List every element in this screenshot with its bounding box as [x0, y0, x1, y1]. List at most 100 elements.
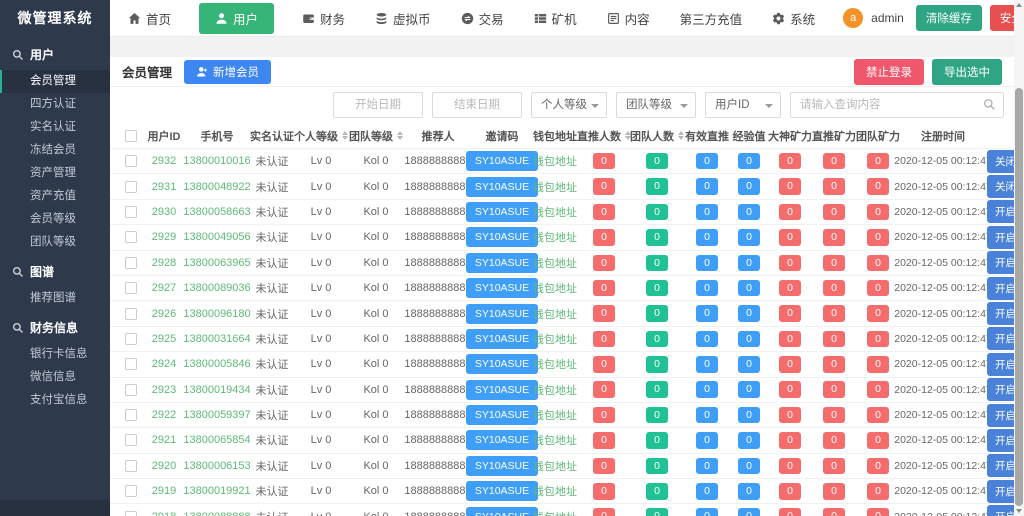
- phone-link[interactable]: 13800059397: [183, 409, 250, 421]
- wallet-link[interactable]: 钱包地址: [533, 153, 577, 169]
- scroll-down-arrow-icon[interactable]: [1014, 506, 1024, 516]
- realname-toggle-button[interactable]: 开启实名: [987, 251, 1014, 274]
- invite-code-button[interactable]: SY10ASUE: [466, 278, 538, 298]
- wallet-link[interactable]: 钱包地址: [533, 356, 577, 372]
- phone-link[interactable]: 13800049056: [183, 231, 250, 243]
- column-header[interactable]: 邀请码: [472, 128, 532, 144]
- column-header[interactable]: 注册时间: [900, 128, 986, 144]
- column-header[interactable]: 经验值: [730, 128, 768, 144]
- nav-tab[interactable]: 财务: [300, 3, 347, 34]
- nav-tab[interactable]: 矿机: [532, 3, 579, 34]
- nav-tab[interactable]: 交易: [459, 3, 506, 34]
- wallet-link[interactable]: 钱包地址: [533, 255, 577, 271]
- ban-login-button[interactable]: 禁止登录: [854, 59, 924, 85]
- sidebar-item[interactable]: 会员等级: [0, 208, 110, 231]
- user-id-link[interactable]: 2925: [152, 333, 176, 345]
- wallet-link[interactable]: 钱包地址: [533, 483, 577, 499]
- sidebar-item[interactable]: 实名认证: [0, 116, 110, 139]
- realname-toggle-button[interactable]: 开启实名: [987, 200, 1014, 223]
- user-id-link[interactable]: 2930: [152, 206, 176, 218]
- end-date-input[interactable]: [432, 92, 522, 118]
- column-header[interactable]: 团队矿力: [856, 128, 900, 144]
- sidebar-item[interactable]: 资产充值: [0, 185, 110, 208]
- admin-username[interactable]: admin: [871, 11, 904, 25]
- user-id-link[interactable]: 2923: [152, 384, 176, 396]
- realname-toggle-button[interactable]: 开启实名: [987, 454, 1014, 477]
- column-header[interactable]: 推荐人: [404, 128, 472, 144]
- sidebar-item[interactable]: 团队等级: [0, 231, 110, 254]
- search-input[interactable]: [790, 92, 1004, 118]
- add-member-button[interactable]: 新增会员: [184, 60, 271, 84]
- personal-level-select[interactable]: 个人等级: [531, 92, 607, 118]
- row-checkbox[interactable]: [125, 308, 137, 320]
- invite-code-button[interactable]: SY10ASUE: [466, 329, 538, 349]
- sidebar-item[interactable]: 微信信息: [0, 366, 110, 389]
- invite-code-button[interactable]: SY10ASUE: [466, 253, 538, 273]
- invite-code-button[interactable]: SY10ASUE: [466, 227, 538, 247]
- row-checkbox[interactable]: [125, 231, 137, 243]
- invite-code-button[interactable]: SY10ASUE: [466, 456, 538, 476]
- user-id-link[interactable]: 2922: [152, 409, 176, 421]
- realname-toggle-button[interactable]: 开启实名: [987, 404, 1014, 427]
- user-id-link[interactable]: 2919: [152, 485, 176, 497]
- select-all-checkbox[interactable]: [125, 130, 137, 142]
- phone-link[interactable]: 13800031664: [183, 333, 250, 345]
- wallet-link[interactable]: 钱包地址: [533, 407, 577, 423]
- wallet-link[interactable]: 钱包地址: [533, 432, 577, 448]
- user-id-link[interactable]: 2928: [152, 257, 176, 269]
- vertical-scrollbar[interactable]: [1014, 0, 1024, 516]
- wallet-link[interactable]: 钱包地址: [533, 458, 577, 474]
- realname-toggle-button[interactable]: 开启实名: [987, 277, 1014, 300]
- column-header[interactable]: 直推人数: [578, 128, 630, 144]
- invite-code-button[interactable]: SY10ASUE: [466, 202, 538, 222]
- invite-code-button[interactable]: SY10ASUE: [466, 151, 538, 171]
- wallet-link[interactable]: 钱包地址: [533, 204, 577, 220]
- search-field-select[interactable]: 用户ID: [705, 92, 781, 118]
- phone-link[interactable]: 13800096180: [183, 308, 250, 320]
- clear-cache-button[interactable]: 清除缓存: [916, 5, 982, 31]
- column-header[interactable]: 直推矿力: [812, 128, 856, 144]
- row-checkbox[interactable]: [125, 485, 137, 497]
- row-checkbox[interactable]: [125, 155, 137, 167]
- sidebar-item[interactable]: 银行卡信息: [0, 343, 110, 366]
- invite-code-button[interactable]: SY10ASUE: [466, 507, 538, 516]
- phone-link[interactable]: 13800019921: [183, 485, 250, 497]
- column-header[interactable]: 钱包地址: [532, 128, 578, 144]
- user-id-link[interactable]: 2927: [152, 282, 176, 294]
- invite-code-button[interactable]: SY10ASUE: [466, 354, 538, 374]
- column-header[interactable]: 个人等级: [294, 128, 348, 144]
- row-checkbox[interactable]: [125, 257, 137, 269]
- nav-tab[interactable]: 第三方充值: [678, 3, 745, 34]
- user-id-link[interactable]: 2931: [152, 181, 176, 193]
- column-header[interactable]: 手机号: [184, 128, 250, 144]
- scrollbar-thumb[interactable]: [1015, 88, 1023, 506]
- sidebar-item[interactable]: 冻结会员: [0, 139, 110, 162]
- realname-toggle-button[interactable]: 开启实名: [987, 505, 1014, 516]
- phone-link[interactable]: 13800010016: [183, 155, 250, 167]
- realname-toggle-button[interactable]: 开启实名: [987, 480, 1014, 503]
- row-checkbox[interactable]: [125, 460, 137, 472]
- phone-link[interactable]: 13800048922: [183, 181, 250, 193]
- phone-link[interactable]: 13800019434: [183, 384, 250, 396]
- phone-link[interactable]: 13800006153: [183, 460, 250, 472]
- realname-toggle-button[interactable]: 开启实名: [987, 429, 1014, 452]
- row-checkbox[interactable]: [125, 282, 137, 294]
- nav-tab[interactable]: 虚拟币: [373, 3, 433, 34]
- sort-icon[interactable]: [397, 131, 403, 140]
- row-checkbox[interactable]: [125, 181, 137, 193]
- nav-tab[interactable]: 用户: [199, 3, 274, 34]
- column-header[interactable]: 实名认证: [250, 128, 294, 144]
- invite-code-button[interactable]: SY10ASUE: [466, 177, 538, 197]
- realname-toggle-button[interactable]: 关闭实名: [987, 150, 1014, 173]
- wallet-link[interactable]: 钱包地址: [533, 382, 577, 398]
- sidebar-item[interactable]: 四方认证: [0, 93, 110, 116]
- user-id-link[interactable]: 2926: [152, 308, 176, 320]
- realname-toggle-button[interactable]: 开启实名: [987, 226, 1014, 249]
- column-header[interactable]: 团队等级: [348, 128, 404, 144]
- phone-link[interactable]: 13800089036: [183, 282, 250, 294]
- phone-link[interactable]: 13800065854: [183, 434, 250, 446]
- column-header[interactable]: 有效直推: [684, 128, 730, 144]
- invite-code-button[interactable]: SY10ASUE: [466, 481, 538, 501]
- sidebar-item[interactable]: 推荐图谱: [0, 287, 110, 310]
- realname-toggle-button[interactable]: 关闭实名: [987, 175, 1014, 198]
